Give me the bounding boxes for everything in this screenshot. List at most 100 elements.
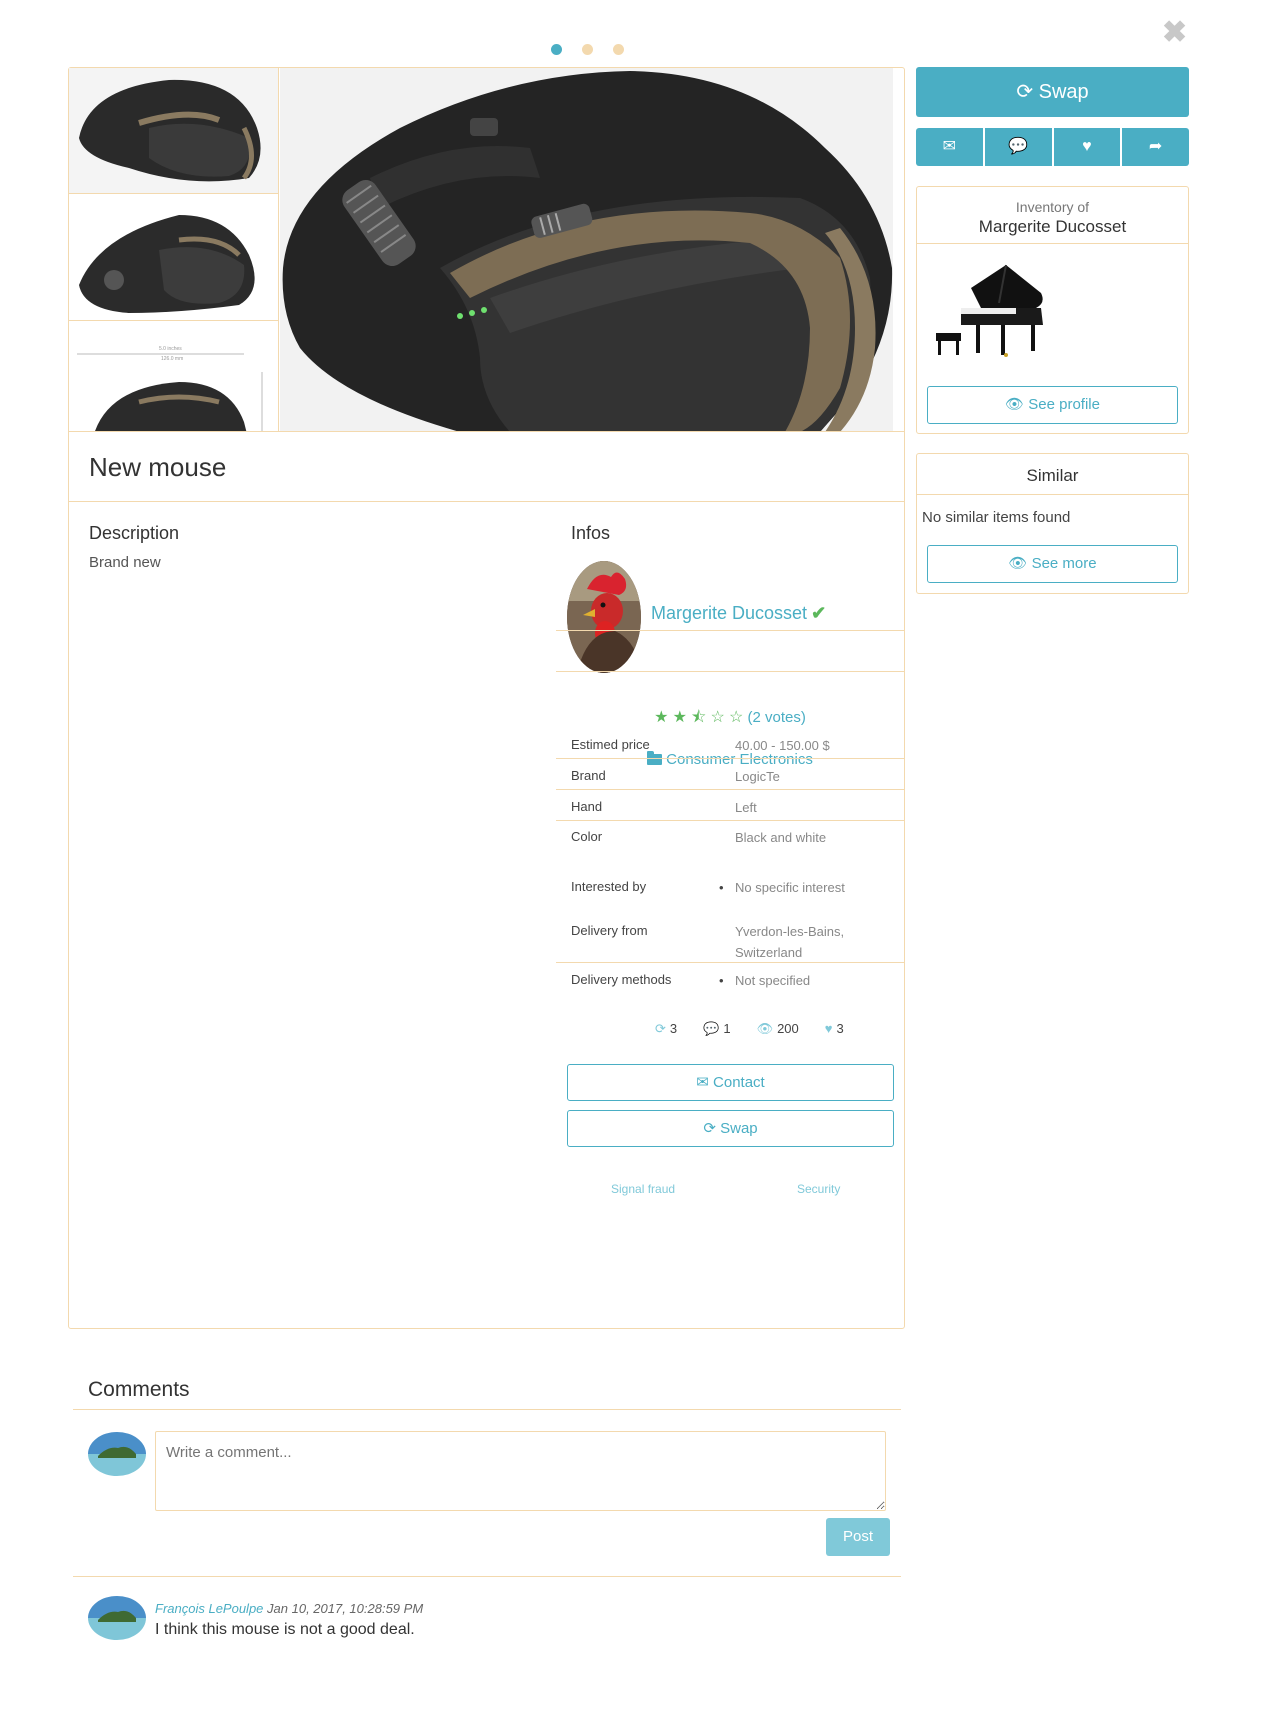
- star-empty-icon[interactable]: ☆: [710, 709, 724, 726]
- votes-count: (2 votes): [747, 709, 806, 726]
- comment-author-link[interactable]: François LePoulpe: [155, 1601, 263, 1616]
- swap-button[interactable]: ⟳ Swap: [567, 1110, 894, 1147]
- heart-icon[interactable]: ♥: [1053, 128, 1121, 166]
- swap-label: Swap: [720, 1120, 758, 1137]
- folder-icon: [647, 751, 663, 765]
- carousel-dots: [551, 44, 624, 55]
- star-full-icon[interactable]: ★: [654, 709, 668, 726]
- comment-icon[interactable]: 💬: [984, 128, 1052, 166]
- comment-icon: 💬: [703, 1021, 720, 1036]
- close-icon[interactable]: ✖: [1162, 18, 1187, 48]
- similar-panel: Similar No similar items found 👁 See mor…: [916, 453, 1189, 594]
- contact-label: Contact: [713, 1074, 765, 1091]
- description-text: Brand new: [89, 554, 161, 571]
- item-panel: 5.0 inches 126.0 mm New mouse Descriptio…: [68, 67, 905, 1329]
- see-profile-label: See profile: [1028, 396, 1100, 413]
- title-row: New mouse: [69, 432, 904, 502]
- swap-primary-label: Swap: [1038, 81, 1089, 103]
- envelope-icon: ✉: [696, 1074, 709, 1091]
- divider: [556, 820, 904, 821]
- star-full-icon[interactable]: ★: [673, 709, 687, 726]
- inventory-panel: Inventory of Margerite Ducosset 👁 See pr…: [916, 186, 1189, 434]
- carousel-dot[interactable]: [551, 44, 562, 55]
- inventory-owner: Margerite Ducosset: [978, 217, 1127, 236]
- owner-avatar[interactable]: [567, 561, 641, 673]
- action-icon-bar: ✉ 💬 ♥ ➦: [916, 128, 1189, 166]
- current-user-avatar: [88, 1432, 146, 1476]
- owner-name[interactable]: Margerite Ducosset: [651, 603, 807, 623]
- signal-fraud-link[interactable]: Signal fraud: [611, 1182, 675, 1196]
- detail-value: LogicTe: [735, 769, 780, 784]
- item-title: New mouse: [89, 452, 227, 482]
- see-more-button[interactable]: 👁 See more: [927, 545, 1178, 583]
- divider: [917, 494, 1188, 495]
- see-profile-button[interactable]: 👁 See profile: [927, 386, 1178, 424]
- comment-author-avatar[interactable]: [88, 1596, 146, 1640]
- comments-title: Comments: [88, 1378, 190, 1401]
- image-gallery: 5.0 inches 126.0 mm: [69, 68, 904, 432]
- detail-key: Hand: [571, 799, 603, 814]
- refresh-icon: ⟳: [703, 1120, 716, 1137]
- post-button[interactable]: Post: [826, 1518, 890, 1556]
- view-count: 👁 200: [757, 1021, 799, 1037]
- contact-button[interactable]: ✉ Contact: [567, 1064, 894, 1101]
- detail-key: Delivery from: [571, 923, 648, 938]
- rating: ★ ★ ⯪ ☆ ☆ (2 votes): [556, 706, 904, 733]
- eye-icon: 👁: [1005, 396, 1025, 413]
- detail-value: No specific interest: [719, 877, 845, 898]
- security-link[interactable]: Security: [797, 1182, 840, 1196]
- comment-meta: François LePoulpe Jan 10, 2017, 10:28:59…: [155, 1601, 423, 1616]
- divider: [556, 789, 904, 790]
- comment-input[interactable]: [155, 1431, 886, 1511]
- swap-count: ⟳ 3: [655, 1021, 677, 1037]
- thumbnail-image[interactable]: [69, 195, 278, 321]
- swap-primary-button[interactable]: ⟳ Swap: [916, 67, 1189, 117]
- inventory-item-image[interactable]: [931, 263, 1051, 368]
- carousel-dot[interactable]: [613, 44, 624, 55]
- svg-text:126.0 mm: 126.0 mm: [161, 356, 183, 362]
- eye-icon: 👁: [1008, 555, 1028, 572]
- detail-value: Yverdon-les-Bains,: [735, 924, 845, 939]
- similar-empty-text: No similar items found: [922, 509, 1071, 526]
- description-heading: Description: [89, 523, 180, 543]
- item-stats: ⟳ 3 💬 1 👁 200 ♥ 3: [655, 1021, 844, 1037]
- star-half-icon[interactable]: ⯪: [691, 709, 706, 726]
- detail-value: 40.00 - 150.00 $: [735, 738, 830, 753]
- detail-value: Left: [735, 800, 757, 815]
- detail-key: Brand: [571, 768, 606, 783]
- verified-check-icon: ✔: [811, 603, 827, 623]
- owner-name-link[interactable]: Margerite Ducosset ✔: [651, 603, 826, 624]
- divider: [917, 243, 1188, 244]
- refresh-icon: ⟳: [1016, 81, 1034, 103]
- view-count-value: 200: [777, 1021, 799, 1036]
- detail-key: Estimed price: [571, 737, 650, 752]
- thumbnail-image[interactable]: 5.0 inches 126.0 mm: [69, 322, 278, 431]
- main-product-image[interactable]: [280, 68, 893, 431]
- thumbnail-image[interactable]: [69, 68, 278, 194]
- message-icon[interactable]: ✉: [916, 128, 983, 166]
- refresh-icon: ⟳: [655, 1021, 666, 1036]
- comment-date: Jan 10, 2017, 10:28:59 PM: [267, 1601, 424, 1616]
- comment-count-value: 1: [723, 1021, 731, 1036]
- svg-text:5.0 inches: 5.0 inches: [159, 346, 182, 352]
- category-link[interactable]: Consumer Electronics: [556, 751, 904, 768]
- heart-icon: ♥: [824, 1021, 833, 1036]
- detail-key: Color: [571, 829, 603, 844]
- detail-value: Black and white: [735, 830, 827, 845]
- detail-key: Delivery methods: [571, 972, 672, 987]
- thumbnail-list: 5.0 inches 126.0 mm: [69, 68, 279, 431]
- divider: [556, 630, 904, 631]
- eye-icon: 👁: [756, 1021, 774, 1036]
- like-count: ♥ 3: [825, 1021, 844, 1037]
- divider: [73, 1576, 901, 1577]
- star-empty-icon[interactable]: ☆: [729, 709, 743, 726]
- detail-key: Interested by: [571, 879, 647, 894]
- inventory-label: Inventory of: [1015, 199, 1090, 215]
- divider: [556, 671, 904, 672]
- like-count-value: 3: [836, 1021, 844, 1036]
- share-icon[interactable]: ➦: [1122, 128, 1189, 166]
- divider: [73, 1409, 901, 1410]
- carousel-dot[interactable]: [582, 44, 593, 55]
- detail-value: Not specified: [719, 970, 810, 991]
- comment-text: I think this mouse is not a good deal.: [155, 1621, 415, 1638]
